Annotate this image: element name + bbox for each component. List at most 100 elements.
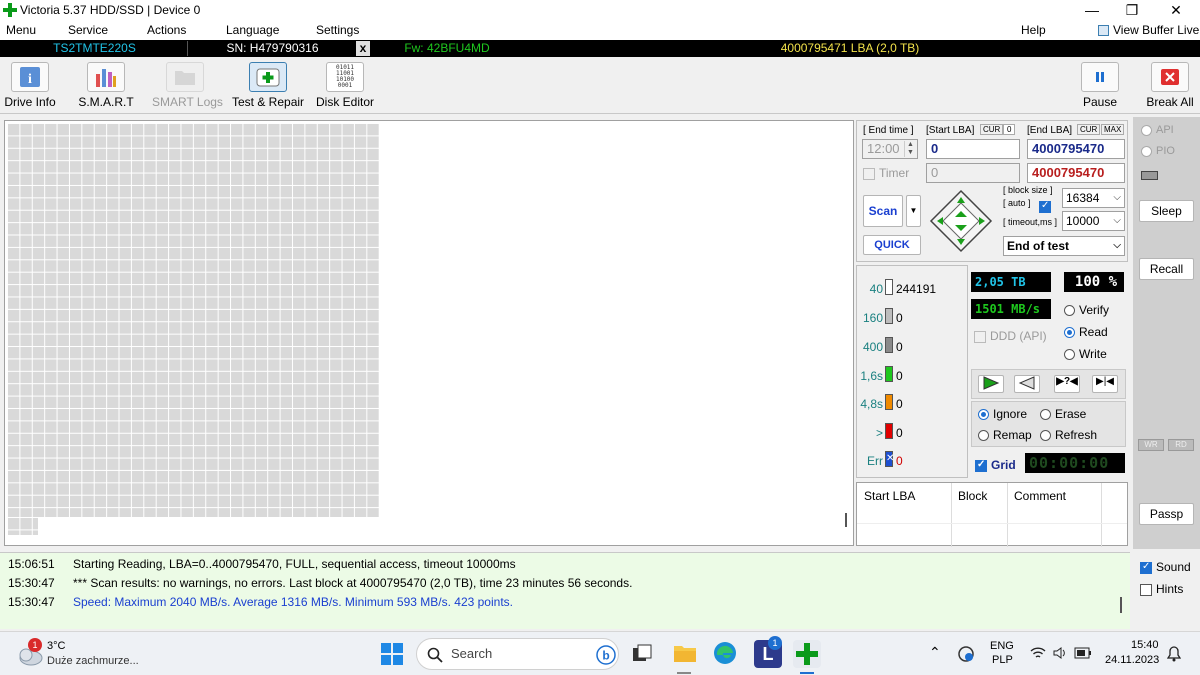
windows-start-icon[interactable] <box>380 642 404 666</box>
quick-button[interactable]: QUICK <box>863 235 921 255</box>
maximize-button[interactable]: ❐ <box>1112 0 1152 22</box>
drive-model[interactable]: TS2TMTE220S <box>2 41 188 56</box>
end-time-input[interactable]: 12:00 ▲ ▼ <box>862 139 918 159</box>
refresh-radio[interactable]: Refresh <box>1040 428 1097 442</box>
pio-radio[interactable]: PIO <box>1141 145 1175 157</box>
taskbar-search[interactable]: Search b <box>416 638 619 670</box>
close-button[interactable]: ✕ <box>1156 0 1196 22</box>
weather-widget[interactable]: 1 3°C Duże zachmurze... <box>14 638 164 670</box>
speaker-icon[interactable] <box>1052 646 1068 660</box>
timer-checkbox[interactable]: Timer <box>863 166 909 180</box>
max-button[interactable]: MAX <box>1101 124 1125 135</box>
security-icon[interactable] <box>957 645 975 663</box>
api-radio[interactable]: API <box>1141 124 1174 136</box>
tray-expand-chevron-icon[interactable]: ⌃ <box>929 644 941 661</box>
stats-row-color-box[interactable] <box>885 308 893 324</box>
right-sidebar: API PIO Sleep Recall WR RD Passp <box>1133 117 1200 549</box>
end-lba-max-input[interactable]: 4000795470 <box>1027 163 1125 183</box>
sleep-button[interactable]: Sleep <box>1139 200 1194 222</box>
table-header-start-lba[interactable]: Start LBA <box>864 489 915 503</box>
scan-dropdown-button[interactable]: ▼ <box>906 195 921 227</box>
smart-button[interactable]: S.M.A.R.T <box>78 62 134 112</box>
end-action-select[interactable]: End of test ⌵ <box>1003 236 1125 256</box>
ddd-api-checkbox[interactable]: DDD (API) <box>974 329 1047 343</box>
scan-button[interactable]: Scan <box>863 195 903 227</box>
app-notification-badge: 1 <box>768 636 782 650</box>
menu-item-service[interactable]: Service <box>68 23 108 37</box>
sound-checkbox[interactable]: Sound <box>1140 560 1191 574</box>
play-backward-button[interactable] <box>1014 375 1040 393</box>
task-view-icon[interactable] <box>632 644 652 664</box>
grid-checkbox[interactable]: Grid <box>975 458 1016 472</box>
menu-item-help[interactable]: Help <box>1021 23 1046 37</box>
percent-sign: % <box>1108 274 1118 290</box>
stats-row-value: 0 <box>896 397 903 411</box>
end-lba-input[interactable]: 4000795470 <box>1027 139 1125 159</box>
menu-item-language[interactable]: Language <box>226 23 279 37</box>
table-header-comment[interactable]: Comment <box>1014 489 1066 503</box>
weather-desc: Duże zachmurze... <box>47 655 139 667</box>
drive-info-button[interactable]: i Drive Info <box>2 62 58 112</box>
verify-radio[interactable]: Verify <box>1064 303 1109 317</box>
victoria-logo-icon <box>3 3 17 17</box>
stats-row-color-box[interactable] <box>885 279 893 295</box>
test-repair-button[interactable]: Test & Repair <box>232 62 304 112</box>
write-radio[interactable]: Write <box>1064 347 1107 361</box>
menu-item-actions[interactable]: Actions <box>147 23 186 37</box>
battery-icon[interactable] <box>1074 647 1092 659</box>
clock-date[interactable]: 24.11.2023 <box>1105 654 1159 666</box>
stats-row: 1,6s 0 <box>857 365 967 385</box>
break-all-button[interactable]: Break All <box>1146 62 1194 112</box>
language-indicator-top[interactable]: ENG <box>990 640 1014 652</box>
stats-row-color-box[interactable] <box>885 337 893 353</box>
notification-bell-icon[interactable] <box>1167 646 1181 662</box>
stats-row-color-box[interactable] <box>885 366 893 382</box>
random-seek-button[interactable]: ▶?◀ <box>1054 375 1080 393</box>
table-header-block[interactable]: Block <box>958 489 987 503</box>
passp-button[interactable]: Passp <box>1139 503 1194 525</box>
timer-input[interactable]: 0 <box>926 163 1020 183</box>
event-log[interactable]: 15:06:51 Starting Reading, LBA=0..4000795… <box>0 552 1130 629</box>
disk-editor-button[interactable]: 01011 11001 10100 0001 Disk Editor <box>316 62 374 112</box>
menu-item-settings[interactable]: Settings <box>316 23 359 37</box>
start-lba-input[interactable]: 0 <box>926 139 1020 159</box>
language-indicator-bottom[interactable]: PLP <box>992 654 1013 666</box>
stats-row-color-box[interactable] <box>885 394 893 410</box>
edge-browser-icon[interactable] <box>713 641 737 665</box>
cur-value: 0 <box>1003 124 1016 135</box>
read-radio[interactable]: Read <box>1064 325 1108 339</box>
erase-radio[interactable]: Erase <box>1040 407 1086 421</box>
recall-button[interactable]: Recall <box>1139 258 1194 280</box>
smart-logs-button[interactable]: SMART Logs <box>152 62 223 112</box>
butterfly-button[interactable]: ▶|◀ <box>1092 375 1118 393</box>
stats-row-color-box[interactable] <box>885 423 893 439</box>
timeout-label: [ timeout,ms ] <box>1003 217 1058 227</box>
file-explorer-icon[interactable] <box>673 642 697 664</box>
cur-button[interactable]: CUR <box>980 124 1004 135</box>
play-forward-button[interactable] <box>978 375 1004 393</box>
victoria-taskbar-icon[interactable] <box>793 640 821 668</box>
block-size-select[interactable]: 16384 ⌵ <box>1062 188 1125 208</box>
menu-item-menu[interactable]: Menu <box>6 23 36 37</box>
view-buffer-live-link[interactable]: View Buffer Live <box>1113 23 1199 37</box>
hints-checkbox[interactable]: Hints <box>1140 582 1183 596</box>
canvas-scroll-marker[interactable] <box>845 513 847 527</box>
scan-map-canvas[interactable] <box>4 120 854 546</box>
defects-table[interactable]: Start LBA Block Comment <box>856 482 1128 547</box>
log-entry: 15:06:51 Starting Reading, LBA=0..4000795… <box>8 557 516 576</box>
direction-pad-icon[interactable] <box>929 189 993 253</box>
ignore-radio[interactable]: Ignore <box>978 407 1027 421</box>
close-drive-icon[interactable]: x <box>356 41 370 56</box>
remap-radio[interactable]: Remap <box>978 428 1032 442</box>
log-scroll-marker[interactable] <box>1120 597 1122 613</box>
timeout-select[interactable]: 10000 ⌵ <box>1062 211 1125 231</box>
stats-row-color-box[interactable]: ✕ <box>885 451 894 467</box>
end-cur-button[interactable]: CUR <box>1077 124 1101 135</box>
auto-block-checkbox[interactable] <box>1039 200 1051 213</box>
write-radio-icon <box>1064 349 1075 361</box>
end-time-spinner[interactable]: ▲ ▼ <box>904 141 916 157</box>
clock-time[interactable]: 15:40 <box>1131 639 1159 651</box>
minimize-button[interactable]: — <box>1072 0 1112 22</box>
wifi-icon[interactable] <box>1030 646 1046 660</box>
pause-button[interactable]: Pause <box>1079 62 1121 112</box>
